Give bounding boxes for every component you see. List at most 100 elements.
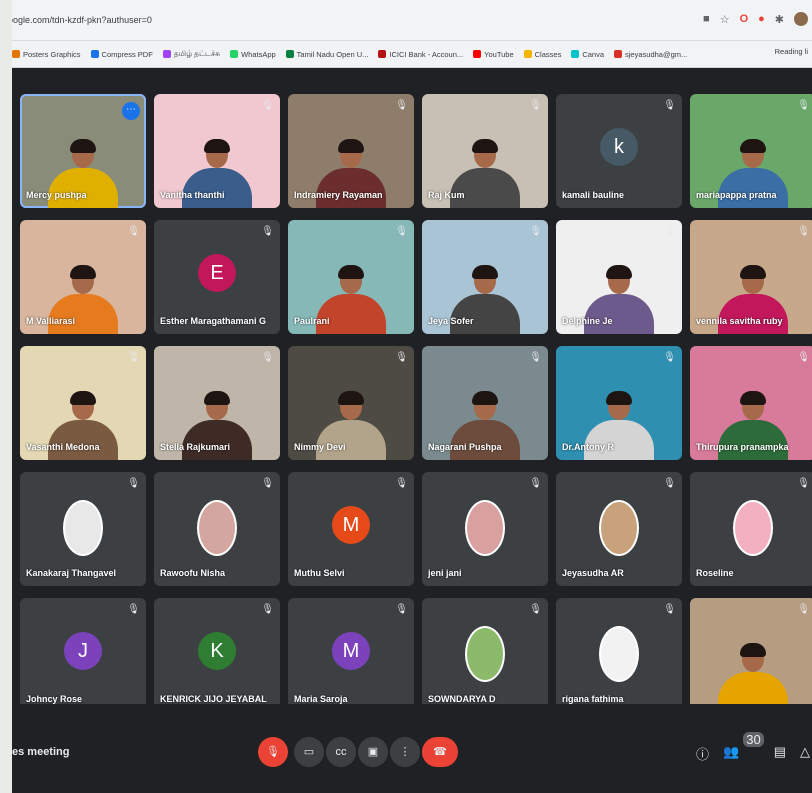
- more-options-button[interactable]: ⋮: [390, 737, 420, 767]
- info-icon[interactable]: ⓘ: [696, 744, 709, 763]
- participant-profile-photo: [63, 500, 103, 556]
- bookmark-favicon-icon: [162, 50, 171, 58]
- extensions-icon[interactable]: ✱: [775, 13, 784, 26]
- phone-hangup-icon: ☎: [433, 746, 447, 758]
- mic-off-icon: 🎙: [266, 746, 280, 758]
- participant-tile[interactable]: 🎙 M Valliarasi: [20, 220, 146, 334]
- participant-tile[interactable]: 🎙 Roseline: [690, 472, 812, 586]
- participant-tile[interactable]: E 🎙 Esther Maragathamani G: [154, 220, 280, 334]
- tile-more-options-icon[interactable]: ⋯: [122, 102, 140, 120]
- mic-off-button[interactable]: 🎙: [258, 737, 288, 767]
- participant-tile[interactable]: 🎙 Nagarani Pushpa: [422, 346, 548, 460]
- participant-initial-avatar: K: [198, 632, 236, 670]
- mic-muted-icon: 🎙: [127, 478, 140, 489]
- side-controls: ⓘ 👥30 ▤ △: [696, 732, 810, 763]
- mic-muted-icon: 🎙: [529, 604, 542, 615]
- participant-tile[interactable]: M 🎙 Muthu Selvi: [288, 472, 414, 586]
- participants-count-badge: 30: [743, 732, 764, 747]
- bookmark-label: Canva: [582, 49, 605, 59]
- star-icon[interactable]: ☆: [720, 13, 730, 26]
- participant-tile[interactable]: 🎙 Stella Rajkumari: [154, 346, 280, 460]
- participant-profile-photo: [599, 500, 639, 556]
- meeting-title: es meeting: [12, 746, 70, 758]
- bookmark-item[interactable]: Tamil Nadu Open U...: [285, 50, 368, 59]
- leave-call-button[interactable]: ☎: [422, 737, 458, 767]
- participant-name: Jeyasudha AR: [562, 568, 624, 578]
- participant-tile[interactable]: 🎙 Nimmy Devi: [288, 346, 414, 460]
- bookmark-item[interactable]: sjeyasudha@gm...: [614, 50, 687, 59]
- bookmark-item[interactable]: ICICI Bank - Accoun...: [378, 50, 463, 59]
- bookmark-item[interactable]: Classes: [523, 49, 562, 59]
- bookmark-item[interactable]: தமிழ் தட்டச்சு: [162, 49, 220, 59]
- participant-tile[interactable]: 🎙 Vasanthi Medona: [20, 346, 146, 460]
- bookmark-item[interactable]: YouTube: [473, 50, 514, 59]
- participant-tile[interactable]: M 🎙 Maria Saroja: [288, 598, 414, 712]
- participant-initial-avatar: E: [198, 254, 236, 292]
- participant-tile[interactable]: 🎙 Raj Kum: [422, 94, 548, 208]
- participant-profile-photo: [465, 500, 505, 556]
- participant-tile[interactable]: 🎙 SOWNDARYA D: [422, 598, 548, 712]
- participant-tile[interactable]: 🎙 Kanakaraj Thangavel: [20, 472, 146, 586]
- profile-avatar[interactable]: [794, 12, 808, 26]
- mic-muted-icon: 🎙: [261, 100, 274, 111]
- reading-list-bookmark[interactable]: Reading li: [775, 47, 808, 56]
- opera-extension-icon[interactable]: O: [740, 13, 749, 25]
- bookmark-label: Classes: [534, 49, 562, 59]
- participant-tile[interactable]: 🎙 Jeya Sofer: [422, 220, 548, 334]
- present-button[interactable]: ▣: [358, 737, 388, 767]
- record-extension-icon[interactable]: ●: [758, 13, 765, 25]
- participant-profile-photo: [197, 500, 237, 556]
- participant-tile[interactable]: J 🎙 Johncy Rose: [20, 598, 146, 712]
- participant-tile[interactable]: K 🎙 KENRICK JIJO JEYABAL: [154, 598, 280, 712]
- participant-initial-avatar: M: [332, 632, 370, 670]
- captions-button[interactable]: cc: [326, 737, 356, 767]
- participant-name: Paulrani: [294, 316, 330, 326]
- participant-tile[interactable]: 🎙 Vanitha thanthi: [154, 94, 280, 208]
- participant-tile[interactable]: k 🎙 kamali bauline: [556, 94, 682, 208]
- participant-name: vennila savitha ruby: [696, 316, 783, 326]
- bookmark-item[interactable]: Canva: [571, 50, 604, 59]
- participant-tile[interactable]: 🎙 vennila savitha ruby: [690, 220, 812, 334]
- participant-tile[interactable]: 🎙 Thirupura pranampka: [690, 346, 812, 460]
- chat-icon[interactable]: ▤: [774, 744, 786, 763]
- participant-tile[interactable]: 🎙 Dr.Antony R: [556, 346, 682, 460]
- mic-muted-icon: 🎙: [663, 100, 676, 111]
- bookmark-item[interactable]: Posters Graphics: [12, 50, 81, 59]
- participant-name: Maria Saroja: [294, 694, 348, 704]
- participant-tile[interactable]: 🎙 Paulrani: [288, 220, 414, 334]
- participant-tile[interactable]: 🎙 Indramiery Rayaman: [288, 94, 414, 208]
- mic-muted-icon: 🎙: [261, 352, 274, 363]
- participant-name: mariapappa pratna: [696, 190, 777, 200]
- mic-muted-icon: 🎙: [663, 352, 676, 363]
- participant-tile[interactable]: 🎙 jeni jani: [422, 472, 548, 586]
- participant-name: Nimmy Devi: [294, 442, 346, 452]
- camera-button[interactable]: ▭: [294, 737, 324, 767]
- mic-muted-icon: 🎙: [261, 604, 274, 615]
- participant-name: Roseline: [696, 568, 734, 578]
- participant-tile[interactable]: 🎙 rigana fathima: [556, 598, 682, 712]
- activities-icon[interactable]: △: [800, 744, 810, 763]
- participant-tile[interactable]: 🎙 Jeyasudha AR: [556, 472, 682, 586]
- mic-muted-icon: 🎙: [395, 226, 408, 237]
- url-field[interactable]: oogle.com/tdn-kzdf-pkn?authuser=0: [12, 10, 198, 30]
- participant-name: Vanitha thanthi: [160, 190, 225, 200]
- bookmark-item[interactable]: Compress PDF: [90, 50, 153, 59]
- participant-tile[interactable]: 🎙 Rawoofu Nisha: [154, 472, 280, 586]
- participant-tile[interactable]: 🎙: [690, 598, 812, 712]
- participant-name: Muthu Selvi: [294, 568, 345, 578]
- participant-name: Nagarani Pushpa: [428, 442, 502, 452]
- bookmark-label: sjeyasudha@gm...: [625, 49, 688, 59]
- participant-name: Mercy pushpa: [26, 190, 87, 200]
- mic-muted-icon: 🎙: [797, 226, 810, 237]
- participant-tile[interactable]: 🎙 Delphine Je: [556, 220, 682, 334]
- participant-profile-photo: [733, 500, 773, 556]
- participant-tile[interactable]: ⋯ Mercy pushpa: [20, 94, 146, 208]
- bookmark-item[interactable]: WhatsApp: [230, 50, 276, 59]
- participant-initial-avatar: M: [332, 506, 370, 544]
- bookmark-favicon-icon: [285, 50, 294, 58]
- mic-muted-icon: 🎙: [127, 226, 140, 237]
- mic-muted-icon: 🎙: [395, 100, 408, 111]
- participant-tile[interactable]: 🎙 mariapappa pratna: [690, 94, 812, 208]
- camera-status-icon[interactable]: ■: [703, 13, 710, 25]
- people-icon[interactable]: 👥30: [723, 732, 764, 763]
